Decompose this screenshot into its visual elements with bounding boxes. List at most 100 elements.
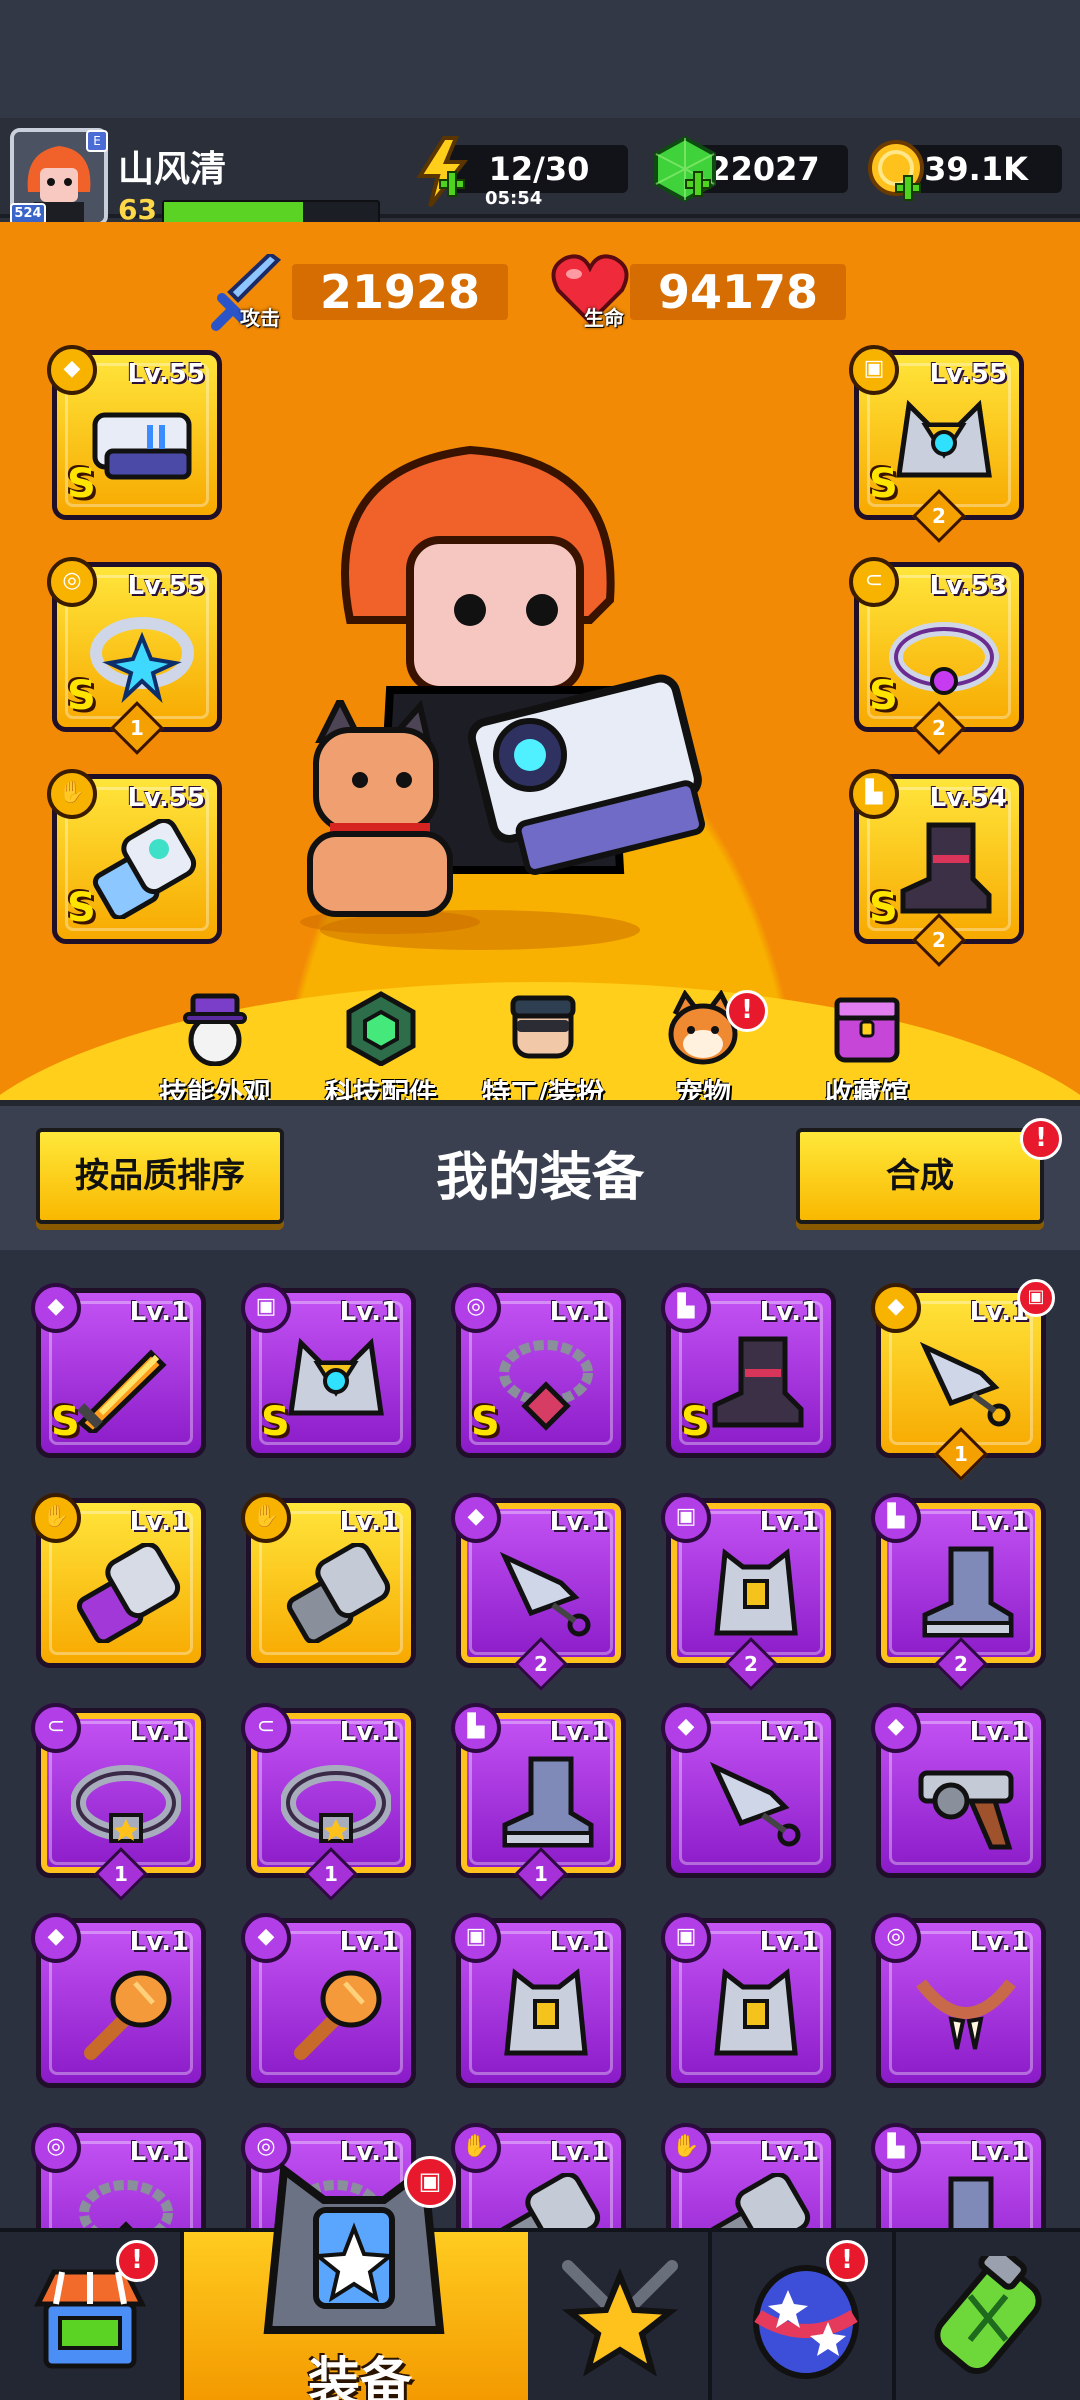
armor-icon: ▣: [451, 1913, 501, 1963]
grade-label: S: [869, 461, 898, 507]
menu-skill-skin[interactable]: 技能外观: [130, 990, 300, 1112]
armor-icon: ▣: [1017, 1279, 1055, 1317]
inventory-item[interactable]: ◆ Lv.1: [241, 1913, 416, 2088]
dagger-icon: ◆: [47, 345, 97, 395]
flame-sword-icon: [77, 1349, 167, 1433]
events-alert-badge: !: [826, 2240, 868, 2282]
inventory-item[interactable]: ◆ Lv.1 2: [451, 1493, 626, 1691]
equipped-weapon-slot[interactable]: ◆ Lv.55 S: [47, 345, 222, 520]
inventory-item[interactable]: ◆ Lv.1 1 ▣: [871, 1279, 1055, 1481]
inventory-item[interactable]: ◆ Lv.1: [661, 1703, 836, 1878]
belt-icon: ⊂: [241, 1703, 291, 1753]
steel-gauntlet-icon: [286, 1543, 391, 1643]
inventory-item[interactable]: ◎ Lv.1: [871, 1913, 1046, 2088]
item-level: Lv.1: [549, 1297, 609, 1327]
chain-necklace-icon: [499, 1340, 593, 1431]
grade-label: S: [681, 1399, 710, 1445]
armor-icon: ▣: [661, 1913, 711, 1963]
merge-alert-badge: !: [1020, 1118, 1062, 1160]
blaster-gun-icon: [92, 412, 192, 480]
equipped-armor-slot[interactable]: ▣ Lv.55 S 2: [849, 345, 1024, 543]
inventory-item[interactable]: ▣ Lv.1 2: [661, 1493, 836, 1691]
coin-icon[interactable]: [866, 138, 930, 206]
item-level: Lv.1: [339, 1507, 399, 1537]
star-necklace-icon: [90, 617, 194, 704]
boot-icon: ▙: [661, 1283, 711, 1333]
boot-icon: ▙: [871, 1493, 921, 1543]
inventory-item[interactable]: ✋ Lv.1: [241, 1493, 416, 1668]
hp-value: 94178: [657, 265, 819, 319]
item-level: Lv.1: [969, 1927, 1029, 1957]
boot-icon: ▙: [451, 1703, 501, 1753]
mech-armor-icon: [288, 1337, 384, 1416]
nav-lab[interactable]: [896, 2232, 1080, 2400]
pet-dog-icon[interactable]: [280, 700, 480, 940]
energy-counter[interactable]: 12/30: [450, 145, 628, 193]
avatar-tag: E: [86, 130, 108, 152]
boot-icon: ▙: [871, 2123, 921, 2173]
dagger-icon: ◆: [31, 1283, 81, 1333]
vest-icon: [714, 1968, 798, 2056]
necklace-icon: ◎: [871, 1913, 921, 1963]
gem-icon[interactable]: [650, 134, 720, 206]
inventory-item[interactable]: ▣ Lv.1: [661, 1913, 836, 2088]
menu-collection[interactable]: 收藏馆: [782, 990, 952, 1112]
inventory-item[interactable]: ▙ Lv.1 1: [451, 1703, 626, 1901]
energy-bolt-icon[interactable]: [414, 136, 470, 208]
inventory-item[interactable]: ▣ Lv.1: [451, 1913, 626, 2088]
grade-label: S: [869, 673, 898, 719]
xp-bar: [162, 200, 380, 224]
inventory-item[interactable]: ✋ Lv.1: [31, 1493, 206, 1668]
energy-timer: 05:54: [485, 188, 543, 209]
equipped-glove-slot[interactable]: ✋ Lv.55 S: [47, 769, 222, 944]
inventory-item[interactable]: ▣ Lv.1 S: [241, 1283, 416, 1458]
item-level: Lv.1: [129, 1507, 189, 1537]
dark-boot-icon: [900, 822, 992, 914]
inventory-item[interactable]: ◆ Lv.1: [871, 1703, 1046, 1878]
inventory-item[interactable]: ▙ Lv.1 S: [661, 1283, 836, 1458]
inventory-item[interactable]: ◆ Lv.1 S: [31, 1283, 206, 1458]
grade-label: S: [51, 1399, 80, 1445]
grade-label: S: [67, 461, 96, 507]
inventory-item[interactable]: ⊂ Lv.1 1: [31, 1703, 206, 1901]
nav-events[interactable]: [712, 2232, 896, 2400]
armor-icon: ▣: [241, 1283, 291, 1333]
mace-icon: [294, 1970, 382, 2060]
dagger-icon: ◆: [871, 1703, 921, 1753]
player-name: 山风清: [118, 149, 227, 190]
equipped-level: Lv.55: [127, 571, 205, 601]
armor-icon: ▣: [849, 345, 899, 395]
boot-icon: [922, 1546, 1014, 1638]
necklace-icon: ◎: [31, 2123, 81, 2173]
sort-by-quality-button[interactable]: 按品质排序: [36, 1128, 284, 1224]
menu-tech-parts[interactable]: 科技配件: [296, 990, 466, 1112]
nav-battle[interactable]: [528, 2232, 712, 2400]
equipped-belt-slot[interactable]: ⊂ Lv.53 S 2: [849, 557, 1024, 755]
glove-icon: ✋: [241, 1493, 291, 1543]
equipped-necklace-slot[interactable]: ◎ Lv.55 S 1: [47, 557, 222, 755]
mace-icon: [84, 1970, 172, 2060]
inventory-item[interactable]: ◎ Lv.1 S: [451, 1283, 626, 1458]
hp-stat: 94178: [630, 264, 846, 320]
menu-agent-outfit[interactable]: 特工/装扮: [458, 990, 628, 1112]
item-level: Lv.1: [339, 1717, 399, 1747]
item-level: Lv.1: [549, 1927, 609, 1957]
inventory-item[interactable]: ⊂ Lv.1 1: [241, 1703, 416, 1901]
item-level: Lv.1: [339, 1927, 399, 1957]
item-level: Lv.1: [759, 1927, 819, 1957]
xp-fill: [164, 202, 304, 222]
item-level: Lv.1: [549, 1507, 609, 1537]
fang-necklace-icon: [916, 1979, 1016, 2050]
item-level: Lv.1: [549, 2137, 609, 2167]
attack-label: 攻击: [240, 306, 280, 330]
merge-button[interactable]: 合成: [796, 1128, 1044, 1224]
gem-value: 22027: [708, 150, 820, 188]
equipped-boot-slot[interactable]: ▙ Lv.54 S 2: [849, 769, 1024, 967]
item-level: Lv.1: [969, 1717, 1029, 1747]
inventory-item[interactable]: ▙ Lv.1 2: [871, 1493, 1046, 1691]
inventory-item[interactable]: ◆ Lv.1: [31, 1913, 206, 2088]
tech-parts-icon: [346, 991, 416, 1067]
kunai-icon: [709, 1761, 801, 1847]
revolver-icon: [918, 1770, 1014, 1850]
vest-icon: [504, 1968, 588, 2056]
